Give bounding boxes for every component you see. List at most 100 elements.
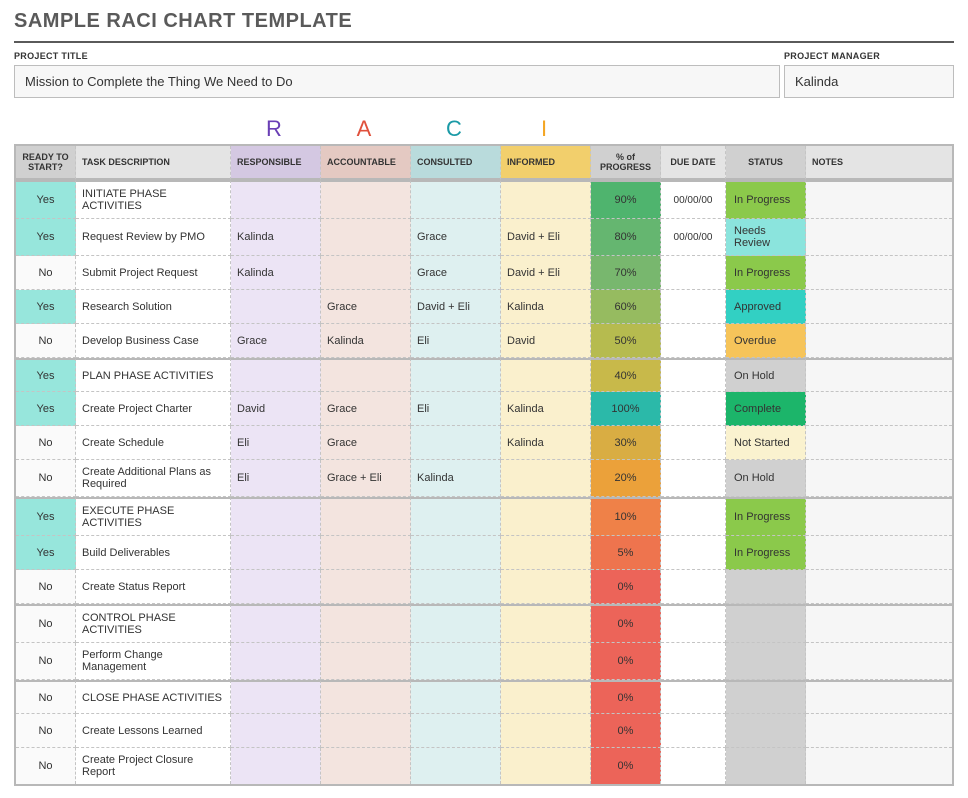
cell-ready[interactable]: Yes [16, 392, 76, 426]
cell-responsible[interactable] [231, 180, 321, 219]
cell-ready[interactable]: Yes [16, 219, 76, 256]
cell-task[interactable]: PLAN PHASE ACTIVITIES [76, 358, 231, 392]
cell-accountable[interactable]: Kalinda [321, 324, 411, 358]
cell-notes[interactable] [806, 392, 952, 426]
cell-accountable[interactable] [321, 604, 411, 643]
cell-informed[interactable]: Kalinda [501, 290, 591, 324]
cell-ready[interactable]: Yes [16, 180, 76, 219]
cell-responsible[interactable] [231, 536, 321, 570]
cell-notes[interactable] [806, 460, 952, 497]
cell-task[interactable]: Build Deliverables [76, 536, 231, 570]
cell-ready[interactable]: No [16, 714, 76, 748]
cell-informed[interactable]: Kalinda [501, 392, 591, 426]
cell-due[interactable] [661, 714, 726, 748]
cell-notes[interactable] [806, 290, 952, 324]
cell-ready[interactable]: Yes [16, 536, 76, 570]
cell-status[interactable]: In Progress [726, 256, 806, 290]
cell-ready[interactable]: No [16, 460, 76, 497]
cell-progress[interactable]: 0% [591, 748, 661, 784]
cell-progress[interactable]: 0% [591, 714, 661, 748]
cell-ready[interactable]: No [16, 604, 76, 643]
cell-accountable[interactable] [321, 570, 411, 604]
cell-due[interactable] [661, 290, 726, 324]
cell-progress[interactable]: 80% [591, 219, 661, 256]
cell-task[interactable]: Submit Project Request [76, 256, 231, 290]
cell-consulted[interactable]: Eli [411, 324, 501, 358]
cell-informed[interactable] [501, 748, 591, 784]
cell-task[interactable]: Create Project Charter [76, 392, 231, 426]
cell-progress[interactable]: 0% [591, 570, 661, 604]
cell-status[interactable]: Needs Review [726, 219, 806, 256]
project-manager-value[interactable]: Kalinda [784, 65, 954, 98]
cell-status[interactable]: Not Started [726, 426, 806, 460]
cell-due[interactable] [661, 536, 726, 570]
cell-accountable[interactable] [321, 180, 411, 219]
cell-notes[interactable] [806, 714, 952, 748]
cell-consulted[interactable] [411, 680, 501, 714]
cell-informed[interactable]: Kalinda [501, 426, 591, 460]
cell-status[interactable] [726, 714, 806, 748]
cell-informed[interactable] [501, 604, 591, 643]
cell-informed[interactable]: David + Eli [501, 219, 591, 256]
cell-task[interactable]: CLOSE PHASE ACTIVITIES [76, 680, 231, 714]
cell-status[interactable] [726, 680, 806, 714]
cell-informed[interactable]: David + Eli [501, 256, 591, 290]
cell-accountable[interactable]: Grace + Eli [321, 460, 411, 497]
project-title-value[interactable]: Mission to Complete the Thing We Need to… [14, 65, 780, 98]
cell-due[interactable]: 00/00/00 [661, 219, 726, 256]
cell-progress[interactable]: 40% [591, 358, 661, 392]
cell-notes[interactable] [806, 219, 952, 256]
cell-due[interactable] [661, 426, 726, 460]
cell-task[interactable]: Perform Change Management [76, 643, 231, 680]
cell-consulted[interactable] [411, 643, 501, 680]
cell-progress[interactable]: 0% [591, 604, 661, 643]
cell-due[interactable] [661, 604, 726, 643]
cell-task[interactable]: Create Lessons Learned [76, 714, 231, 748]
cell-responsible[interactable]: Kalinda [231, 219, 321, 256]
cell-notes[interactable] [806, 604, 952, 643]
cell-responsible[interactable]: Eli [231, 460, 321, 497]
cell-status[interactable] [726, 748, 806, 784]
cell-ready[interactable]: Yes [16, 497, 76, 536]
cell-status[interactable] [726, 604, 806, 643]
cell-informed[interactable] [501, 180, 591, 219]
cell-notes[interactable] [806, 180, 952, 219]
cell-ready[interactable]: No [16, 570, 76, 604]
cell-progress[interactable]: 0% [591, 643, 661, 680]
cell-informed[interactable] [501, 570, 591, 604]
cell-accountable[interactable] [321, 497, 411, 536]
cell-task[interactable]: Create Schedule [76, 426, 231, 460]
cell-responsible[interactable] [231, 748, 321, 784]
cell-progress[interactable]: 100% [591, 392, 661, 426]
cell-status[interactable]: In Progress [726, 497, 806, 536]
cell-status[interactable]: Complete [726, 392, 806, 426]
cell-due[interactable] [661, 392, 726, 426]
cell-consulted[interactable]: David + Eli [411, 290, 501, 324]
cell-accountable[interactable] [321, 536, 411, 570]
cell-ready[interactable]: No [16, 643, 76, 680]
cell-status[interactable]: In Progress [726, 536, 806, 570]
cell-status[interactable]: In Progress [726, 180, 806, 219]
cell-notes[interactable] [806, 680, 952, 714]
cell-progress[interactable]: 10% [591, 497, 661, 536]
cell-notes[interactable] [806, 748, 952, 784]
cell-consulted[interactable] [411, 748, 501, 784]
cell-responsible[interactable]: Grace [231, 324, 321, 358]
cell-accountable[interactable] [321, 748, 411, 784]
cell-informed[interactable] [501, 460, 591, 497]
cell-informed[interactable]: David [501, 324, 591, 358]
cell-ready[interactable]: No [16, 748, 76, 784]
cell-notes[interactable] [806, 570, 952, 604]
cell-consulted[interactable]: Eli [411, 392, 501, 426]
cell-due[interactable] [661, 680, 726, 714]
cell-informed[interactable] [501, 358, 591, 392]
cell-due[interactable] [661, 643, 726, 680]
cell-due[interactable]: 00/00/00 [661, 180, 726, 219]
cell-notes[interactable] [806, 643, 952, 680]
cell-progress[interactable]: 60% [591, 290, 661, 324]
cell-due[interactable] [661, 256, 726, 290]
cell-responsible[interactable] [231, 604, 321, 643]
cell-consulted[interactable] [411, 714, 501, 748]
cell-responsible[interactable] [231, 290, 321, 324]
cell-ready[interactable]: No [16, 426, 76, 460]
